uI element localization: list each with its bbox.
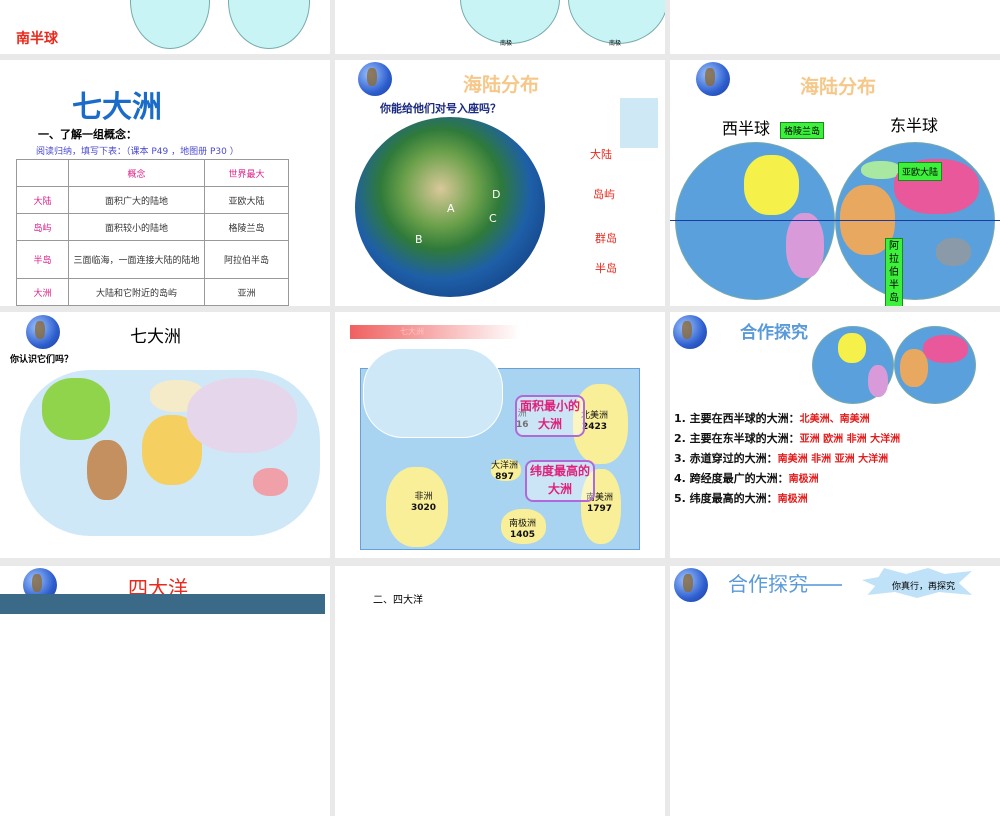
slide-heading: 一、了解一组概念： <box>38 128 137 141</box>
western-hemisphere-map <box>675 142 835 300</box>
small-world-map <box>363 348 503 438</box>
eastern-hemisphere-map <box>894 326 976 404</box>
slide-title: 七大洲 <box>130 327 181 347</box>
continent-label: 南极洲 1405 <box>509 519 537 540</box>
slide-thumbnail-6[interactable]: 海陆分布 西半球 东半球 格陵兰岛 亚欧大陆 阿拉伯半岛 <box>670 60 1000 306</box>
slide-thumbnail-12[interactable]: 合作探究 你真行，再探究 <box>670 566 1000 816</box>
callout-smallest: 面积最小的大洲 <box>515 395 585 437</box>
term-label: 岛屿 <box>593 188 615 201</box>
question-list: 1. 主要在西半球的大洲：北美洲、南美洲 2. 主要在东半球的大洲：亚洲 欧洲 … <box>674 409 900 509</box>
header-bar: 七大洲 <box>350 325 520 339</box>
arrow-icon <box>802 584 842 586</box>
globe-icon <box>673 315 707 349</box>
west-hemisphere-label: 西半球 <box>722 119 771 138</box>
starburst-text: 你真行，再探究 <box>892 582 956 592</box>
question-item: 4. 跨经度最广的大洲：南极洲 <box>674 472 819 485</box>
question-item: 1. 主要在西半球的大洲：北美洲、南美洲 <box>674 412 870 425</box>
slide-text: 南半球 <box>16 31 58 47</box>
tag-eurasia: 亚欧大陆 <box>898 162 943 181</box>
tag-greenland: 格陵兰岛 <box>780 122 825 139</box>
slide-thumbnail-4[interactable]: 七大洲 一、了解一组概念： 阅读归纳，填写下表：（课本 P49 ，地图册 P30… <box>0 60 330 306</box>
slide-thumbnail-11[interactable]: 二、四大洋 <box>335 566 665 816</box>
slide-title: 合作探究 <box>740 323 808 343</box>
pole-label: 南极 <box>609 40 622 47</box>
slide-instruction: 阅读归纳，填写下表：（课本 P49 ，地图册 P30 ） <box>36 147 239 157</box>
slide-thumbnail-1[interactable]: 南半球 <box>0 0 330 54</box>
continent-label: 北美洲 2423 <box>581 411 609 432</box>
hemisphere-image <box>130 0 210 49</box>
callout-highest-latitude: 纬度最高的大洲 <box>525 460 595 502</box>
slide-thumbnail-2[interactable]: 南极 南极 <box>335 0 665 54</box>
globe-icon <box>358 62 392 96</box>
question-item: 5. 纬度最高的大洲：南极洲 <box>674 492 808 505</box>
east-hemisphere-label: 东半球 <box>890 116 939 135</box>
globe-icon <box>674 568 708 602</box>
question-item: 2. 主要在东半球的大洲：亚洲 欧洲 非洲 大洋洲 <box>674 432 901 445</box>
tag-arabian-peninsula: 阿拉伯半岛 <box>885 238 903 306</box>
question-item: 3. 赤道穿过的大洲：南美洲 非洲 亚洲 大洋洲 <box>674 452 889 465</box>
slide-thumbnail-3[interactable] <box>670 0 1000 54</box>
globe-icon <box>26 315 60 349</box>
hemisphere-image <box>228 0 310 49</box>
concept-table: 概念 世界最大 大陆 面积广大的陆地 亚欧大陆 岛屿 面积较小的陆地 格陵兰岛 半岛 三面临… <box>16 159 289 306</box>
slide-thumbnail-10[interactable]: 四大洋 <box>0 566 330 816</box>
ocean-image <box>0 594 325 614</box>
term-label: 大陆 <box>590 148 612 161</box>
slide-question: 你认识它们吗？ <box>10 355 74 365</box>
slide-thumbnail-8[interactable]: 七大洲 北美洲 2423 大洋洲 897 非洲 3020 南美洲 1797 南极洲 140… <box>335 312 665 558</box>
continent-label: 非洲 3020 <box>411 492 437 513</box>
slide-thumbnail-5[interactable]: 海陆分布 你能给他们对号入座吗？ A B C D 大陆 岛屿 群岛 半岛 <box>335 60 665 306</box>
term-label: 半岛 <box>595 262 617 275</box>
term-label: 群岛 <box>595 232 617 245</box>
slide-title: 海陆分布 <box>800 76 877 98</box>
continent-label: 大洋洲 897 <box>491 461 519 482</box>
western-hemisphere-map <box>812 326 894 404</box>
slide-title: 合作探究 <box>728 572 808 596</box>
slide-question: 你能给他们对号入座吗？ <box>380 102 501 115</box>
equator-line <box>670 220 1000 221</box>
slide-title: 七大洲 <box>72 90 162 125</box>
world-map-image <box>20 370 320 536</box>
pole-label: 南极 <box>500 40 513 47</box>
globe-icon <box>696 62 730 96</box>
cartoon-student-image <box>620 98 658 148</box>
slide-thumbnail-7[interactable]: 七大洲 你认识它们吗？ <box>0 312 330 558</box>
earth-globe-image: A B C D <box>355 117 545 297</box>
slide-title: 海陆分布 <box>463 74 540 96</box>
slide-heading: 二、四大洋 <box>373 595 423 606</box>
slide-thumbnail-9[interactable]: 合作探究 1. 主要在西半球的大洲：北美洲、南美洲 2. 主要在东半球的大洲：亚… <box>670 312 1000 558</box>
